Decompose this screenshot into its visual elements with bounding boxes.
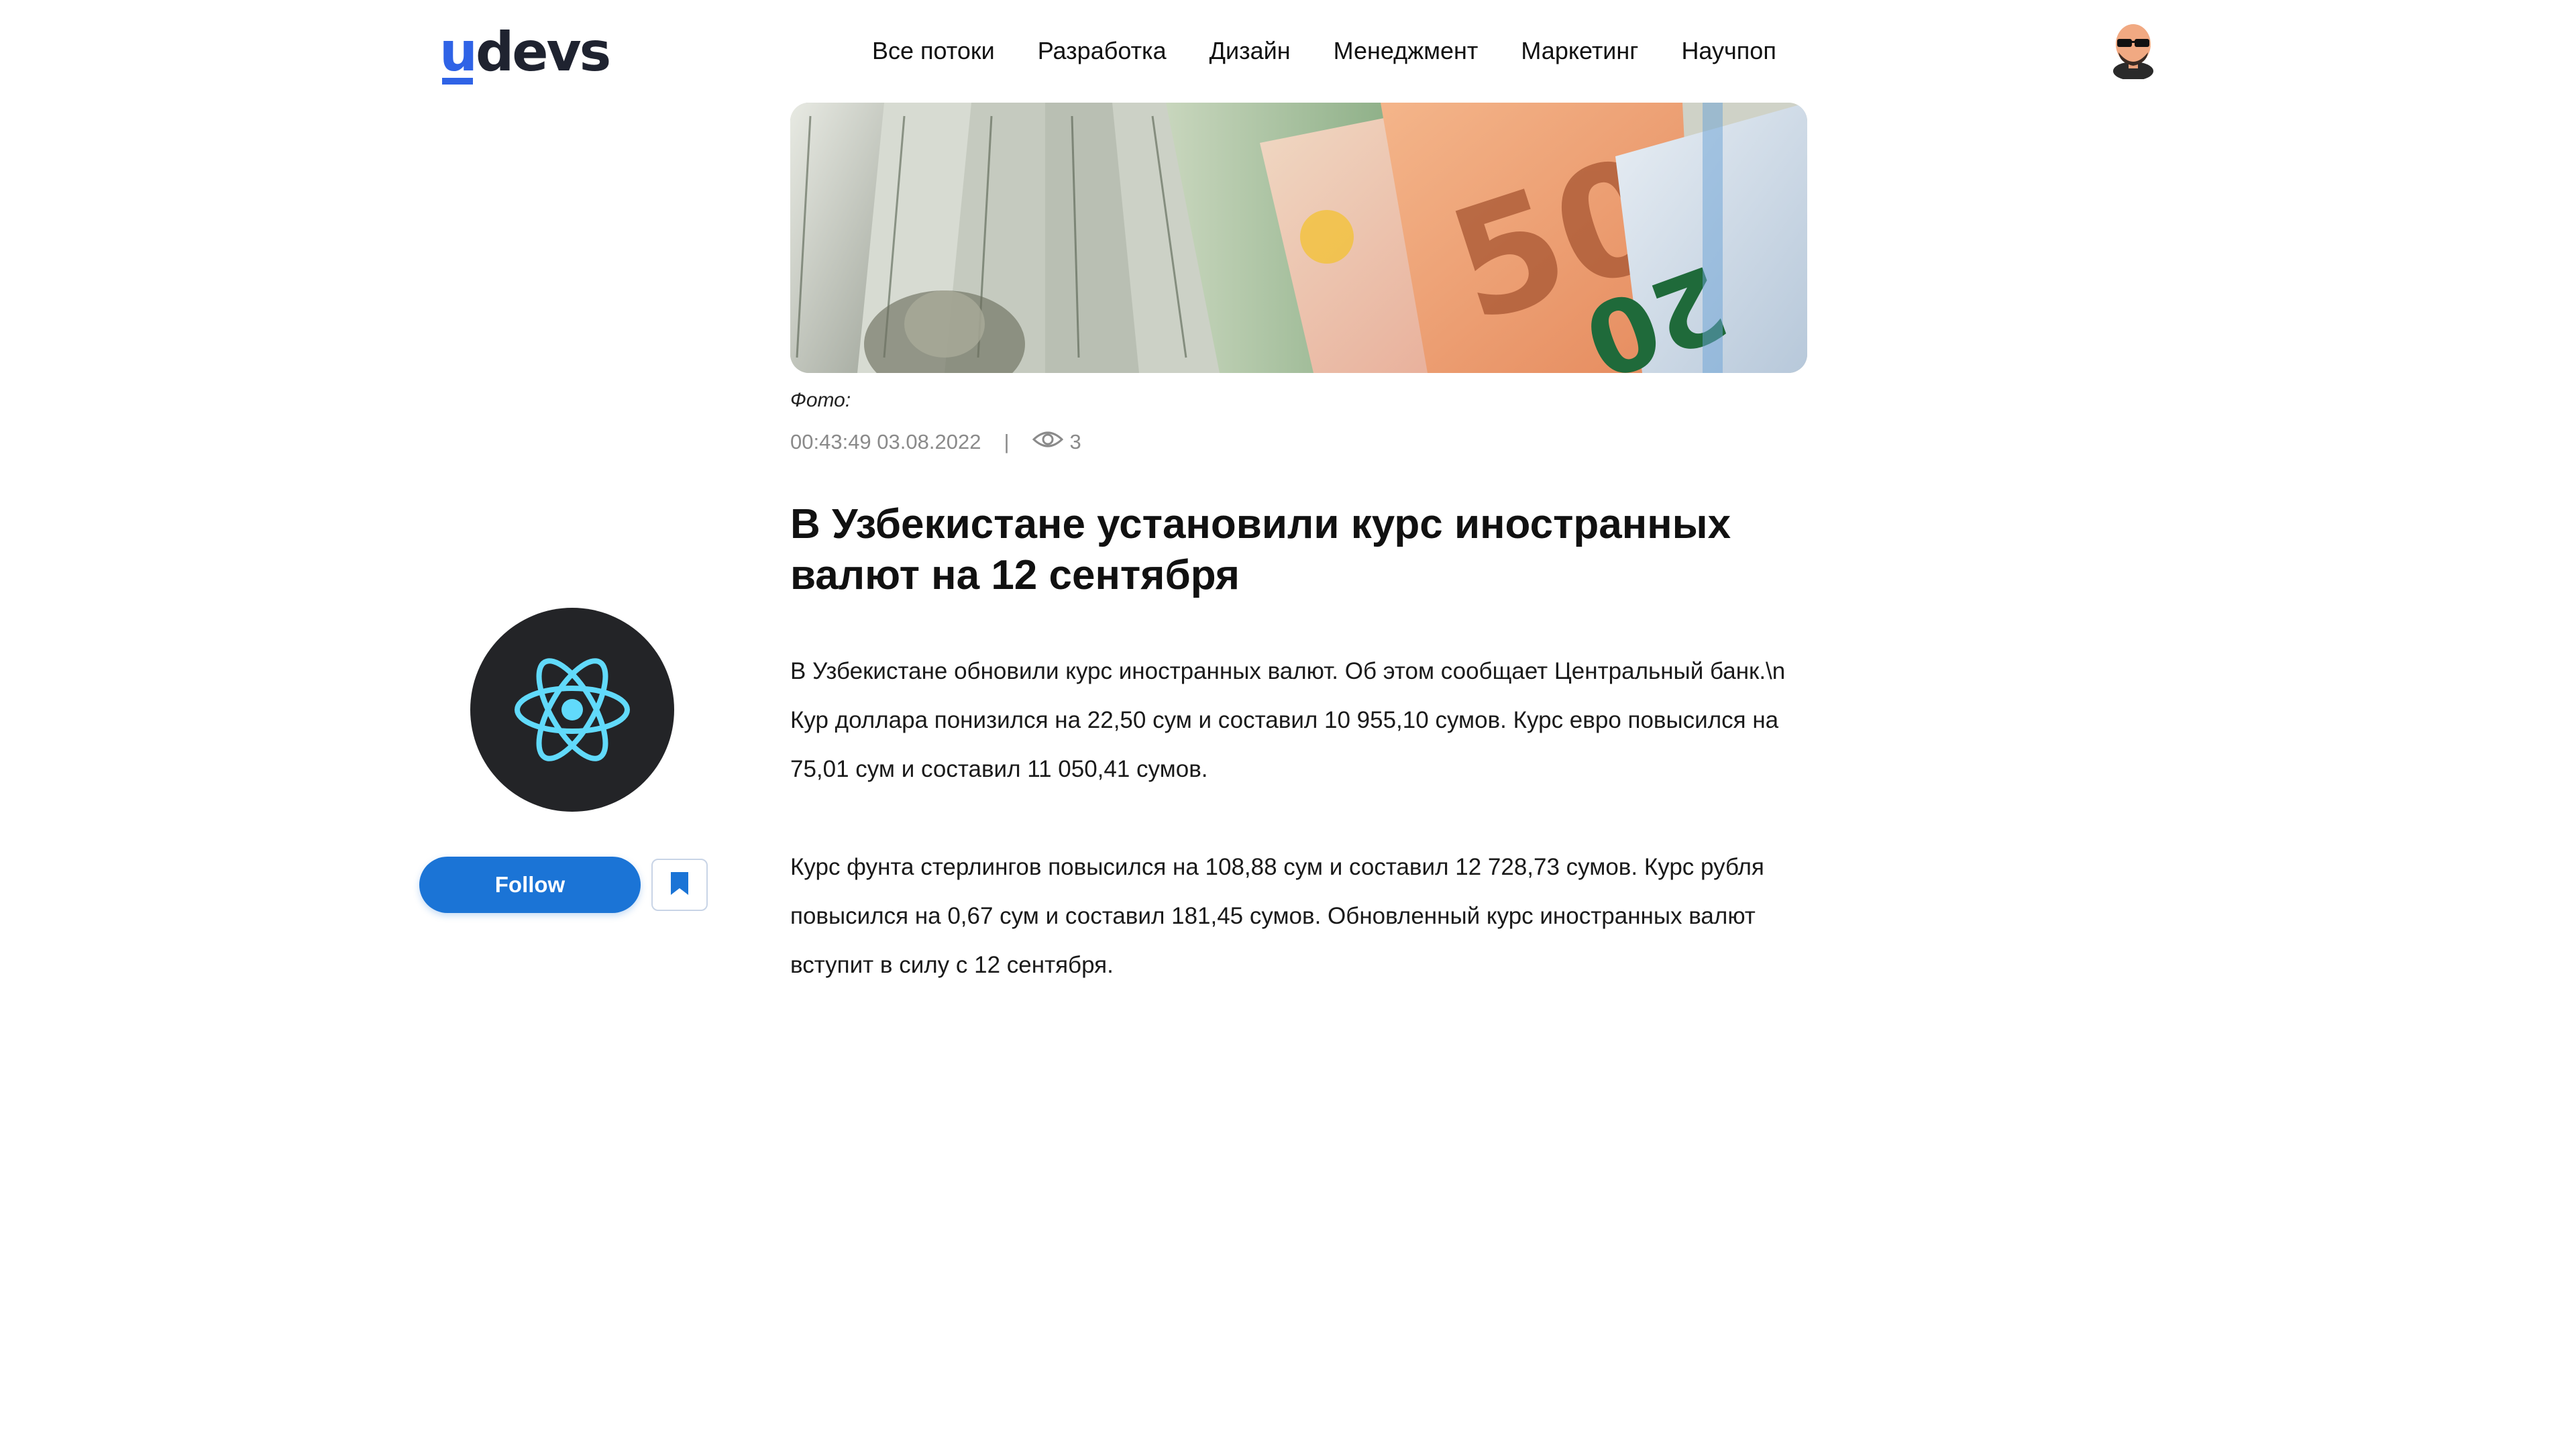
nav-item-all-streams[interactable]: Все потоки (872, 32, 995, 70)
page: u devs Все потоки Разработка Дизайн Менед… (0, 0, 2576, 1449)
eye-icon (1032, 429, 1063, 455)
bookmark-button[interactable] (651, 859, 708, 911)
nav-item-popsci[interactable]: Научпоп (1681, 32, 1776, 70)
article-paragraph: В Узбекистане обновили курс иностранных … (790, 658, 1786, 684)
meta-separator: | (1004, 430, 1010, 453)
nav-item-management[interactable]: Менеджмент (1334, 32, 1479, 70)
views-counter: 3 (1032, 429, 1081, 455)
user-avatar-icon[interactable] (2106, 19, 2160, 80)
nav-item-design[interactable]: Дизайн (1210, 32, 1291, 70)
bookmark-icon (669, 871, 690, 900)
article-title: В Узбекистане установили курс иностранны… (790, 501, 1731, 598)
react-atom-icon[interactable] (470, 608, 674, 812)
views-count: 3 (1069, 430, 1081, 453)
main-nav: Все потоки Разработка Дизайн Менеджмент … (872, 32, 1776, 70)
article-hero-image: 50 20 (790, 103, 1807, 373)
publish-timestamp: 00:43:49 03.08.2022 (790, 430, 981, 453)
logo-text: devs (475, 21, 611, 83)
nav-item-marketing[interactable]: Маркетинг (1521, 32, 1638, 70)
article-paragraph: Курс фунта стерлингов повысился на 108,8… (790, 854, 1764, 978)
follow-button[interactable]: Follow (419, 857, 641, 913)
article-meta: 00:43:49 03.08.2022 | 3 (790, 429, 1081, 455)
photo-caption: Фото: (790, 389, 851, 411)
udevs-logo[interactable]: u devs (439, 19, 611, 85)
article-paragraph: Кур доллара понизился на 22,50 сум и сос… (790, 707, 1779, 782)
logo-letter-u: u (439, 21, 478, 85)
article-body: В Узбекистане обновили курс иностранных … (790, 647, 1817, 989)
nav-item-development[interactable]: Разработка (1038, 32, 1167, 70)
